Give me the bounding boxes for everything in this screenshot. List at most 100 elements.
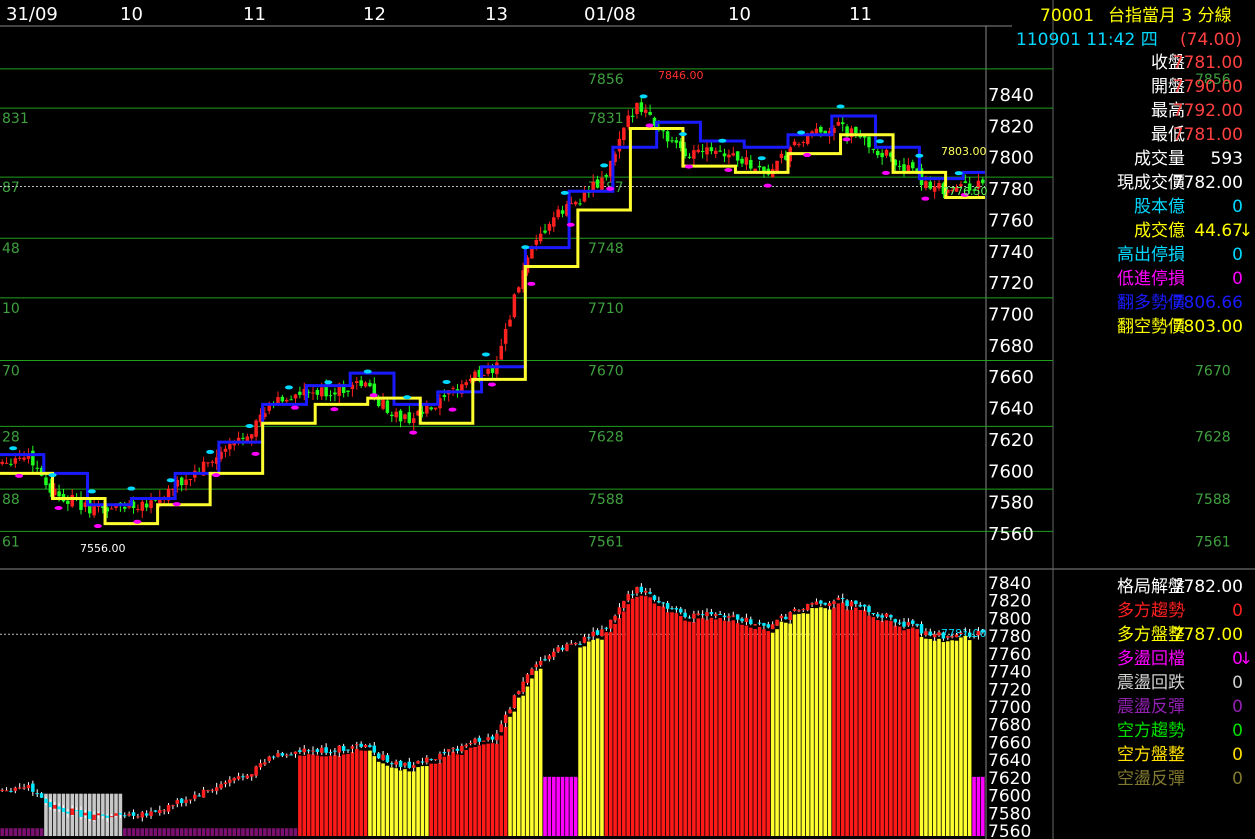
upper-grid: 7856 7856831 783187 778748 774810 771070 7670 7… xyxy=(0,68,1231,550)
candle-body xyxy=(963,181,968,184)
high-stop-marker xyxy=(915,153,924,158)
candle-body xyxy=(403,414,407,419)
state-column xyxy=(289,828,293,836)
candle-body xyxy=(753,168,757,172)
lower-body xyxy=(438,753,442,760)
quote-label: 高出停損 xyxy=(1117,245,1185,265)
lower-body xyxy=(302,748,307,753)
lower-body xyxy=(289,754,293,756)
high-stop-marker xyxy=(639,94,648,99)
high-stop-marker xyxy=(757,156,766,161)
high-stop-marker xyxy=(718,138,727,143)
quote-panel: 收盤 7781.00 開盤 7790.00 最高 7792.00 最低 7781.00 成交量 5… xyxy=(1056,51,1255,341)
high-stop-marker xyxy=(797,130,806,135)
high-stop-marker xyxy=(481,352,490,357)
state-column xyxy=(757,627,762,836)
lower-body xyxy=(779,615,784,619)
candle-body xyxy=(538,233,543,242)
state-column xyxy=(315,755,320,836)
quote-value: 44.67 xyxy=(1194,221,1243,241)
state-column xyxy=(455,754,460,836)
state-column xyxy=(635,596,639,836)
level-label: 7670 xyxy=(588,364,624,380)
low-stop-marker xyxy=(842,137,851,142)
candle-body xyxy=(411,418,416,423)
state-column xyxy=(919,636,924,836)
candle-body xyxy=(911,162,915,169)
lower-body xyxy=(784,616,788,620)
upper-axis-tick: 7640 xyxy=(988,399,1034,420)
pattern-row: 多方盤整 7787.00 xyxy=(1056,623,1255,647)
lower-body xyxy=(652,595,657,600)
lower-body xyxy=(184,799,188,803)
state-column xyxy=(197,828,201,836)
state-column xyxy=(13,828,18,836)
candle-body xyxy=(884,149,889,156)
candle-body xyxy=(206,462,210,464)
lower-body xyxy=(946,636,950,638)
lower-body xyxy=(805,604,810,611)
x-axis-label: 31/09 xyxy=(6,4,58,25)
lower-body xyxy=(823,602,827,605)
state-column xyxy=(543,776,547,836)
lower-body xyxy=(832,601,836,604)
state-column xyxy=(464,750,469,836)
state-column xyxy=(687,621,692,836)
candle-body xyxy=(385,400,390,413)
state-column xyxy=(854,607,858,836)
candle-body xyxy=(714,150,718,154)
state-column xyxy=(595,638,600,836)
state-column xyxy=(613,623,617,836)
high-stop-marker xyxy=(875,139,884,144)
lower-body xyxy=(709,612,714,615)
lower-body xyxy=(193,794,197,799)
state-column xyxy=(175,828,180,836)
lower-body xyxy=(175,800,180,804)
state-column xyxy=(932,640,937,836)
lower-body xyxy=(420,761,425,763)
state-column xyxy=(819,607,823,836)
state-column xyxy=(372,756,377,836)
state-column xyxy=(604,632,609,836)
pattern-label: 空盪反彈 xyxy=(1117,769,1185,789)
lower-body xyxy=(57,806,61,810)
lower-body xyxy=(705,612,709,617)
lower-body xyxy=(801,609,806,611)
state-column xyxy=(722,620,727,836)
candle-body xyxy=(70,494,74,507)
lower-body xyxy=(214,787,219,791)
lower-body xyxy=(692,613,696,619)
lower-body xyxy=(74,810,79,812)
state-column xyxy=(328,755,333,836)
lower-body xyxy=(158,810,162,814)
lower-body xyxy=(849,601,854,607)
state-columns xyxy=(0,595,985,836)
candle-body xyxy=(324,386,328,397)
state-column xyxy=(122,828,127,836)
candle-body xyxy=(57,491,61,497)
level-label: 7628 xyxy=(1195,429,1231,445)
lower-body xyxy=(613,615,617,621)
state-column xyxy=(350,752,355,836)
lower-body xyxy=(451,748,455,750)
candle-body xyxy=(508,319,512,327)
state-column xyxy=(486,743,490,836)
lower-body xyxy=(556,647,560,652)
state-column xyxy=(249,828,254,836)
lower-body xyxy=(525,674,530,683)
low-stop-marker xyxy=(487,382,496,387)
lower-body xyxy=(950,636,954,638)
candle-body xyxy=(552,217,556,227)
lower-body xyxy=(109,816,114,818)
lower-body xyxy=(639,586,644,593)
state-column xyxy=(280,828,285,836)
low-stop-marker xyxy=(251,451,260,456)
lower-body xyxy=(359,743,363,747)
pattern-value: 0 xyxy=(1232,721,1243,741)
lower-body xyxy=(232,778,236,781)
level-label: 7561 xyxy=(588,534,624,550)
lower-body xyxy=(407,761,412,768)
state-column xyxy=(788,623,792,836)
state-column xyxy=(363,750,368,836)
lower-body xyxy=(915,624,919,626)
